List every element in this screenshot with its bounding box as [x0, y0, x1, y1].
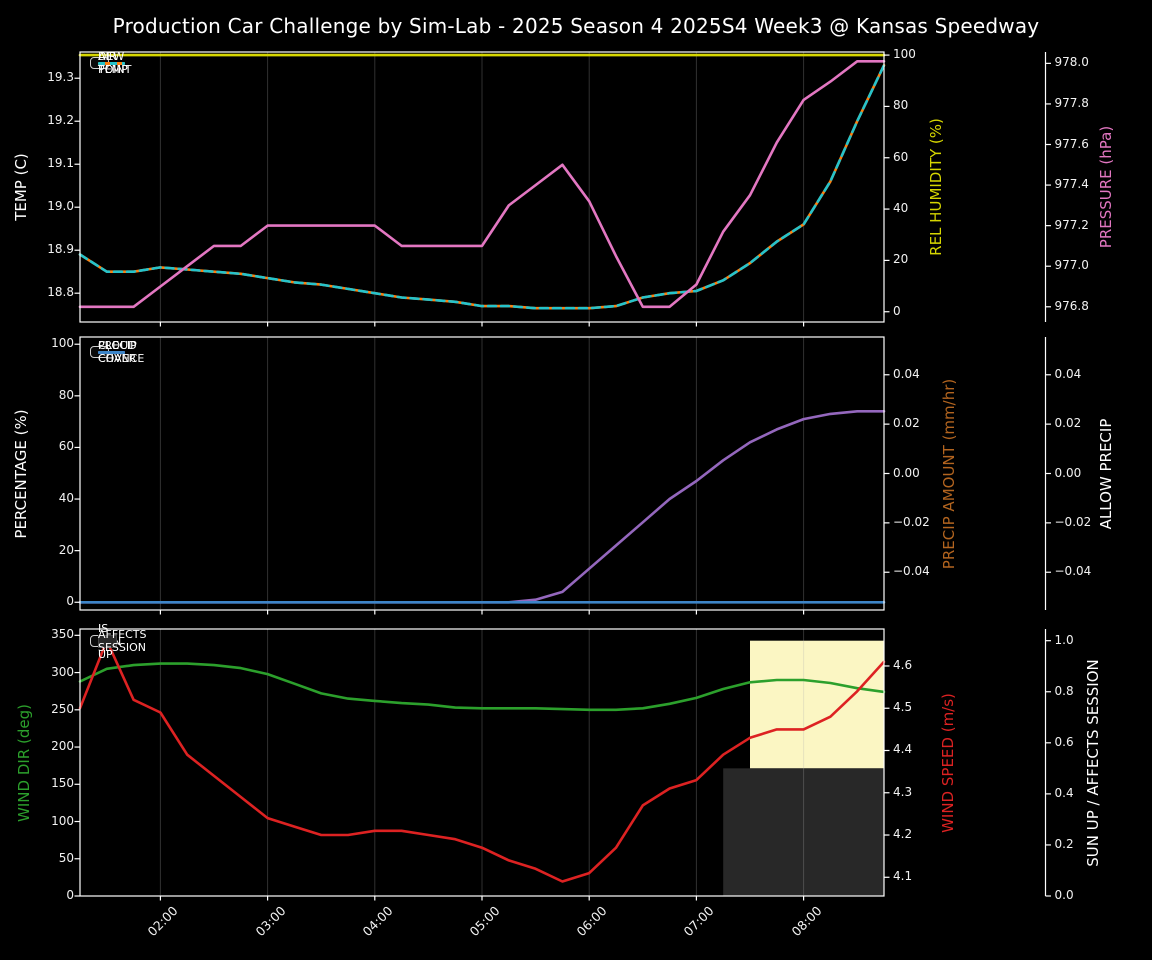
press-tick-label: 977.0	[1054, 258, 1089, 273]
legend-label: PRECIP CHANCE	[98, 339, 145, 365]
hum-tick-label: 80	[893, 98, 909, 113]
allow-tick-label: −0.04	[1054, 564, 1092, 579]
deg-tick-label: 300	[51, 664, 74, 679]
temp-tick-label: 19.2	[47, 113, 74, 128]
deg-tick-label: 100	[51, 813, 74, 828]
hum-tick-label: 0	[893, 303, 901, 318]
legend: AIR TEMP DEW POINT	[90, 50, 131, 76]
hum-tick-label: 100	[893, 47, 916, 62]
allow-tick-label: 0.04	[1054, 366, 1082, 381]
legend: IS SUN UPAFFECTS SESSION	[90, 622, 147, 661]
amt-tick-label: 0.04	[893, 366, 920, 381]
spd-tick-label: 4.5	[893, 700, 913, 715]
deg-tick-label: 50	[58, 850, 74, 865]
deg-tick-label: 150	[51, 776, 74, 791]
sun-tick-label: 1.0	[1054, 632, 1074, 647]
deg-tick-label: 350	[51, 627, 74, 642]
sun-tick-label: 0.8	[1054, 683, 1074, 698]
band-is-sun-up	[750, 640, 884, 769]
deg-tick-label: 250	[51, 701, 74, 716]
press-tick-label: 977.6	[1054, 136, 1089, 151]
amt-tick-label: −0.02	[893, 514, 930, 529]
axis-title-percentage: PERCENTAGE (%)	[12, 408, 30, 539]
hum-tick-label: 20	[893, 252, 909, 267]
spd-tick-label: 4.4	[893, 742, 913, 757]
pct-tick-label: 100	[51, 336, 74, 351]
axis-title-wind-speed-m-s: WIND SPEED (m/s)	[939, 692, 957, 833]
axis-title-rel-humidity: REL HUMIDITY (%)	[927, 118, 945, 256]
press-tick-label: 977.4	[1054, 177, 1089, 192]
axis-title-pressure-hpa: PRESSURE (hPa)	[1097, 125, 1115, 249]
sun-tick-label: 0.4	[1054, 785, 1074, 800]
press-tick-label: 976.8	[1054, 298, 1089, 313]
press-tick-label: 978.0	[1054, 55, 1089, 70]
amt-tick-label: −0.04	[893, 564, 930, 579]
pct-tick-label: 80	[58, 387, 74, 402]
allow-tick-label: 0.00	[1054, 465, 1082, 480]
hum-tick-label: 60	[893, 149, 909, 164]
deg-tick-label: 200	[51, 739, 74, 754]
temp-tick-label: 19.3	[47, 70, 74, 85]
allow-tick-label: −0.02	[1054, 514, 1092, 529]
pct-tick-label: 20	[58, 542, 74, 557]
temp-tick-label: 18.9	[47, 242, 74, 257]
temp-tick-label: 18.8	[47, 285, 74, 300]
axis-title-precip-amount-mm-hr: PRECIP AMOUNT (mm/hr)	[940, 378, 958, 569]
sun-tick-label: 0.2	[1054, 836, 1074, 851]
hum-tick-label: 40	[893, 201, 909, 216]
amt-tick-label: 0.02	[893, 416, 920, 431]
spd-tick-label: 4.1	[893, 869, 913, 884]
pct-tick-label: 0	[66, 594, 74, 609]
axis-title-sun-up-affects-session: SUN UP / AFFECTS SESSION	[1084, 658, 1102, 867]
sun-tick-label: 0.0	[1054, 888, 1074, 902]
legend-label: AFFECTS SESSION	[98, 628, 147, 654]
deg-tick-label: 0	[66, 888, 74, 902]
axis-title-temp-c: TEMP (C)	[12, 153, 30, 221]
legend: CLOUD COVER PRECIP CHANCE	[90, 339, 144, 365]
press-tick-label: 977.2	[1054, 217, 1089, 232]
spd-tick-label: 4.6	[893, 657, 913, 672]
sun-tick-label: 0.6	[1054, 734, 1074, 749]
spd-tick-label: 4.2	[893, 827, 913, 842]
allow-tick-label: 0.02	[1054, 416, 1082, 431]
charts-canvas	[74, 51, 1051, 901]
legend-label: DEW POINT	[98, 50, 132, 76]
weather-forecast-figure: Production Car Challenge by Sim-Lab - 20…	[0, 0, 1152, 960]
axis-title-wind-dir-deg: WIND DIR (deg)	[15, 703, 33, 822]
spd-tick-label: 4.3	[893, 784, 913, 799]
axis-title-allow-precip: ALLOW PRECIP	[1097, 418, 1115, 529]
press-tick-label: 977.8	[1054, 95, 1089, 110]
amt-tick-label: 0.00	[893, 465, 920, 480]
